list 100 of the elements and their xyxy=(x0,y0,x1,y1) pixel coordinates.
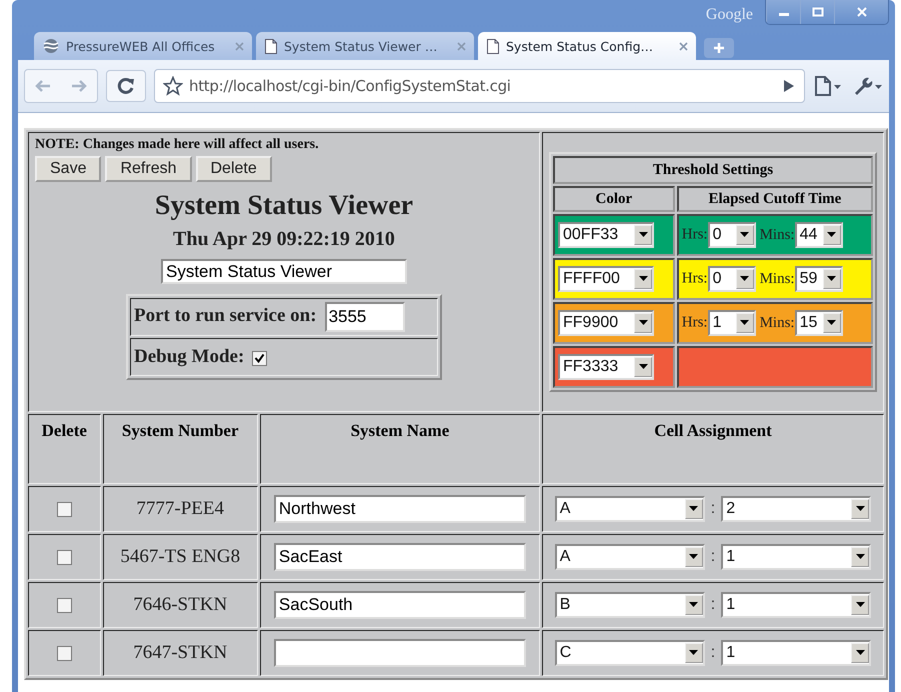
column-header: Delete xyxy=(42,421,87,440)
form-button[interactable]: Delete xyxy=(196,156,272,182)
slot-dropdown[interactable]: 1 xyxy=(721,640,872,666)
tab-title: PressureWEB All Offices xyxy=(66,38,216,54)
caret-icon xyxy=(736,313,754,333)
caret-icon xyxy=(851,595,870,615)
minutes-label: Mins: xyxy=(760,270,795,287)
form-button[interactable]: Save xyxy=(35,156,102,182)
system-name-field[interactable]: SacSouth xyxy=(274,591,526,619)
minutes-label: Mins: xyxy=(760,314,795,331)
caret-icon xyxy=(684,643,703,663)
title-field[interactable]: System Status Viewer xyxy=(161,259,407,284)
brand-label: Google xyxy=(706,6,753,24)
star-icon[interactable] xyxy=(163,76,183,96)
hours-dropdown[interactable]: 0 xyxy=(708,222,756,248)
hours-dropdown[interactable]: 0 xyxy=(708,266,756,292)
column-header: Color xyxy=(596,190,632,206)
cell-dropdown[interactable]: B xyxy=(554,592,705,618)
system-name-field[interactable]: SacEast xyxy=(274,543,526,571)
page-menu-icon[interactable] xyxy=(813,75,843,97)
tab-title: System Status Config… xyxy=(506,38,654,54)
forward-arrow-icon xyxy=(70,79,88,93)
system-number: 7646-STKN xyxy=(133,594,228,615)
caret-icon xyxy=(634,225,652,245)
reload-button[interactable] xyxy=(106,70,146,102)
hours-dropdown[interactable]: 1 xyxy=(708,310,756,336)
slot-dropdown[interactable]: 1 xyxy=(721,592,872,618)
checkbox[interactable] xyxy=(56,598,72,613)
hours-label: Hrs: xyxy=(682,314,708,331)
system-number: 7647-STKN xyxy=(133,642,228,663)
close-button[interactable] xyxy=(834,0,888,24)
maximize-button[interactable] xyxy=(800,0,834,24)
column-header: System Number xyxy=(122,421,239,440)
go-icon[interactable] xyxy=(782,78,796,94)
minutes-dropdown[interactable]: 59 xyxy=(794,266,843,292)
caret-icon xyxy=(822,313,841,333)
caret-icon xyxy=(822,269,841,289)
caret-icon xyxy=(634,313,652,333)
browser-tab[interactable]: System Status Viewer … xyxy=(256,32,474,60)
cell-dropdown[interactable]: C xyxy=(554,640,705,666)
cell-dropdown[interactable]: A xyxy=(554,544,705,570)
column-header: System Name xyxy=(350,421,450,440)
color-dropdown[interactable]: 00FF33 xyxy=(558,222,654,248)
debug-label: Debug Mode: xyxy=(134,346,244,367)
slot-dropdown[interactable]: 2 xyxy=(721,496,872,522)
caret-icon xyxy=(851,547,870,567)
close-icon xyxy=(856,7,868,17)
hours-label: Hrs: xyxy=(682,226,708,243)
caret-icon xyxy=(684,499,703,519)
port-label: Port to run service on: xyxy=(134,304,317,326)
caret-icon xyxy=(736,225,754,245)
date-time: Thu Apr 29 09:22:19 2010 xyxy=(172,228,396,251)
checkbox[interactable] xyxy=(56,550,72,565)
browser-tab[interactable]: System Status Config… xyxy=(478,32,696,60)
port-field[interactable]: 3555 xyxy=(324,302,405,332)
caret-icon xyxy=(684,547,703,567)
system-name-field[interactable] xyxy=(274,639,526,667)
system-number: 5467-TS ENG8 xyxy=(120,546,240,567)
caret-icon xyxy=(634,357,652,377)
form-button[interactable]: Refresh xyxy=(105,156,192,182)
tab-title: System Status Viewer … xyxy=(284,38,438,54)
note-text: NOTE: Changes made here will affect all users. xyxy=(35,137,320,153)
system-name-field[interactable]: Northwest xyxy=(274,495,526,523)
caret-icon xyxy=(736,269,754,289)
address-bar[interactable]: http://localhost/cgi-bin/ConfigSystemStat.cgi xyxy=(154,69,805,103)
table-title: Threshold Settings xyxy=(652,162,774,178)
separator: : xyxy=(710,548,716,565)
back-arrow-icon xyxy=(34,79,52,93)
separator: : xyxy=(710,644,716,661)
caret-icon xyxy=(851,499,870,519)
page-heading: System Status Viewer xyxy=(154,190,414,222)
checkbox[interactable] xyxy=(252,350,268,366)
color-dropdown[interactable]: FFFF00 xyxy=(558,266,654,292)
caret-icon xyxy=(684,595,703,615)
reload-icon xyxy=(117,77,135,95)
close-icon[interactable] xyxy=(679,42,688,50)
caret-icon xyxy=(851,643,870,663)
minutes-dropdown[interactable]: 15 xyxy=(794,310,843,336)
page-icon xyxy=(486,38,500,54)
page-icon xyxy=(264,38,278,54)
minimize-button[interactable] xyxy=(766,0,800,24)
system-number: 7777-PEE4 xyxy=(136,498,224,519)
separator: : xyxy=(710,596,716,613)
color-dropdown[interactable]: FF3333 xyxy=(558,354,654,380)
color-dropdown[interactable]: FF9900 xyxy=(558,310,654,336)
new-tab-button[interactable] xyxy=(704,38,734,58)
separator: : xyxy=(710,500,716,517)
cell-dropdown[interactable]: A xyxy=(554,496,705,522)
minutes-label: Mins: xyxy=(760,226,795,243)
slot-dropdown[interactable]: 1 xyxy=(721,544,872,570)
maximize-icon xyxy=(812,7,824,17)
minutes-dropdown[interactable]: 44 xyxy=(794,222,843,248)
checkbox[interactable] xyxy=(56,646,72,661)
caret-icon xyxy=(634,269,652,289)
column-header: Elapsed Cutoff Time xyxy=(708,190,842,206)
checkbox[interactable] xyxy=(56,502,72,517)
caret-icon xyxy=(822,225,841,245)
hours-label: Hrs: xyxy=(682,270,708,287)
browser-tab[interactable]: PressureWEB All Offices xyxy=(34,32,252,60)
url-text: http://localhost/cgi-bin/ConfigSystemStat.cgi xyxy=(189,77,512,95)
